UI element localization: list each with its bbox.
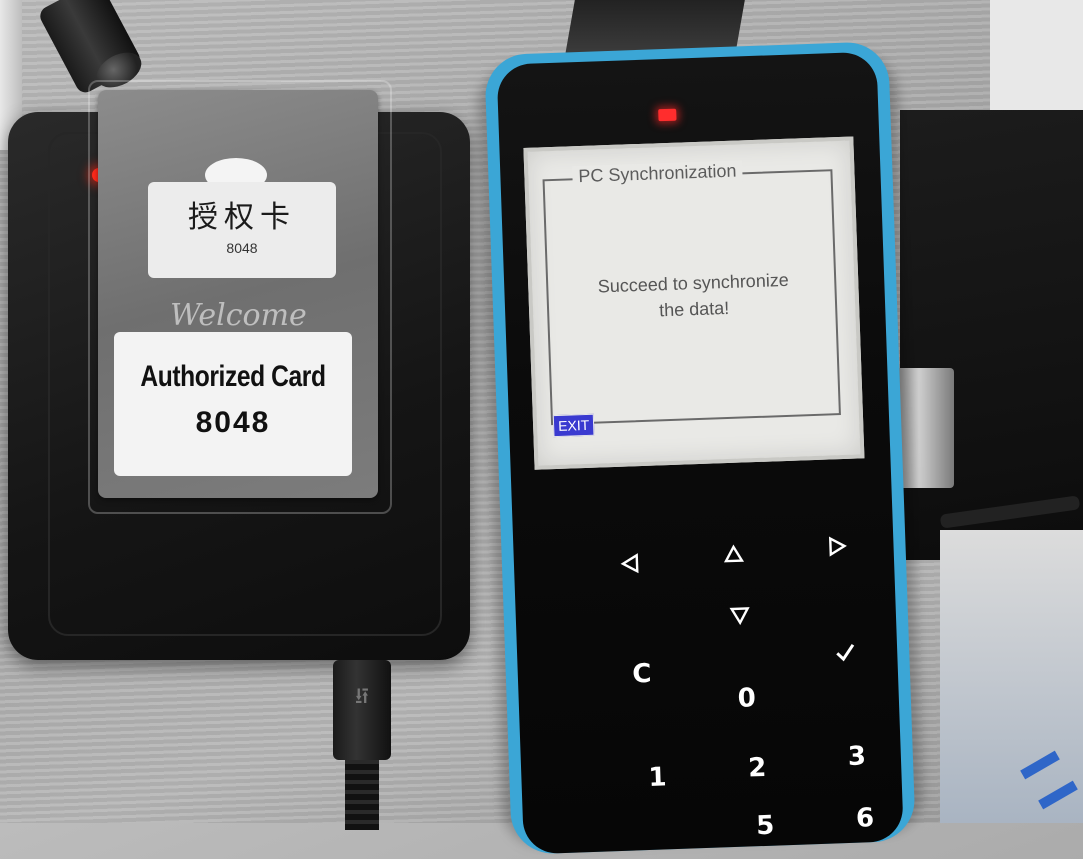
down-arrow-key[interactable] <box>715 592 765 642</box>
lcd-screen: PC Synchronization Succeed to synchroniz… <box>523 136 865 470</box>
card-number: 8048 <box>195 406 271 439</box>
check-icon <box>836 643 855 662</box>
up-arrow-key[interactable] <box>709 530 759 580</box>
confirm-key[interactable] <box>820 628 870 678</box>
device-status-led <box>658 108 677 122</box>
usb-cable <box>345 760 379 830</box>
chinese-card-label: 授权卡 <box>188 201 296 234</box>
key-3[interactable]: 3 <box>832 732 882 782</box>
usb-icon: ⭿ <box>354 684 370 709</box>
handheld-device: PC Synchronization Succeed to synchroniz… <box>484 41 916 855</box>
right-arrow-icon <box>828 536 847 557</box>
key-c[interactable]: C <box>617 649 667 699</box>
exit-softkey[interactable]: EXIT <box>552 413 595 438</box>
key-1[interactable]: 1 <box>633 753 683 803</box>
status-message: Succeed to synchronize the data! <box>542 265 846 328</box>
up-arrow-icon <box>723 544 745 563</box>
card-sticker-bottom: Authorized Card 8048 <box>114 332 352 476</box>
key-2[interactable]: 2 <box>732 743 782 793</box>
device-front-panel: PC Synchronization Succeed to synchroniz… <box>496 51 904 855</box>
left-arrow-icon <box>620 553 639 574</box>
key-0[interactable]: 0 <box>722 674 772 724</box>
key-6[interactable]: 6 <box>840 794 890 844</box>
key-5[interactable]: 5 <box>740 801 790 851</box>
sticker-number: 8048 <box>226 240 258 256</box>
left-arrow-key[interactable] <box>605 540 655 590</box>
down-arrow-icon <box>729 607 750 626</box>
card-sticker-top: 授权卡 8048 <box>148 182 336 278</box>
blue-stripe <box>1038 780 1078 810</box>
blue-stripe <box>1020 750 1060 780</box>
card-title: Authorized Card <box>140 360 326 393</box>
background-dark-panel <box>900 110 1083 560</box>
background-label-panel <box>940 530 1083 823</box>
right-arrow-key[interactable] <box>813 522 863 572</box>
